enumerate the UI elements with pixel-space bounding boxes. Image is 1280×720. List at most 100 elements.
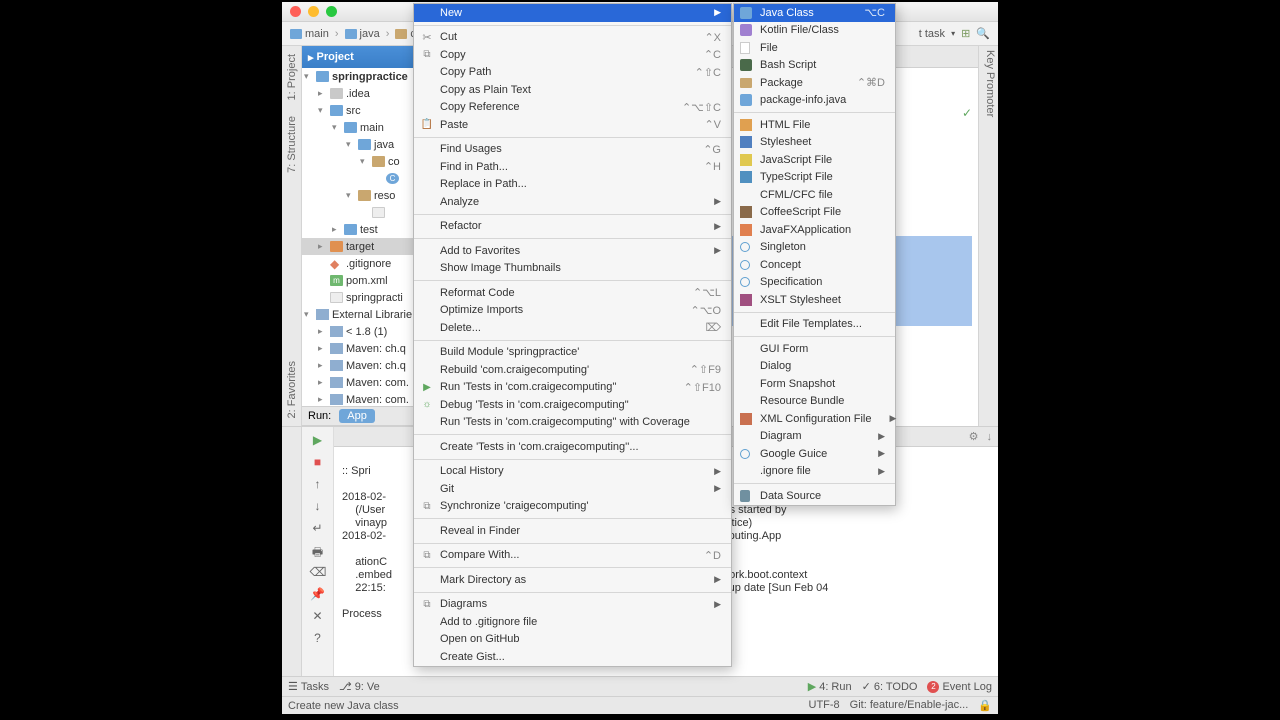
- todo-tab[interactable]: ✓ 6: TODO: [862, 680, 918, 693]
- menu-item[interactable]: Analyze▶: [414, 193, 731, 211]
- menu-item[interactable]: Run 'Tests in 'com.craigecomputing''⌃⇧F1…: [414, 379, 731, 397]
- close-icon[interactable]: ✕: [310, 609, 326, 625]
- encoding-widget[interactable]: UTF-8: [809, 699, 840, 712]
- export-icon[interactable]: ↓: [987, 431, 993, 443]
- git-branch-widget[interactable]: Git: feature/Enable-jac...: [850, 699, 969, 712]
- menu-item[interactable]: Diagrams▶: [414, 596, 731, 614]
- menu-item[interactable]: XML Configuration File▶: [734, 410, 895, 428]
- menu-label: Copy: [440, 49, 466, 61]
- menu-item[interactable]: JavaFXApplication: [734, 221, 895, 239]
- menu-item[interactable]: Java Class⌥C: [734, 4, 895, 22]
- menu-item[interactable]: Google Guice▶: [734, 445, 895, 463]
- menu-item[interactable]: Find Usages⌃G: [414, 141, 731, 159]
- menu-label: Diagrams: [440, 598, 487, 610]
- menu-item[interactable]: Replace in Path...: [414, 176, 731, 194]
- menu-item[interactable]: HTML File: [734, 116, 895, 134]
- shortcut-label: ⌃V: [680, 118, 721, 131]
- menu-item[interactable]: Data Source: [734, 487, 895, 505]
- menu-item[interactable]: Singleton: [734, 239, 895, 257]
- menu-item[interactable]: Delete...⌦: [414, 319, 731, 337]
- menu-item[interactable]: package-info.java: [734, 92, 895, 110]
- menu-item[interactable]: Package⌃⌘D: [734, 74, 895, 92]
- event-log-tab[interactable]: 2 Event Log: [927, 681, 992, 693]
- menu-item[interactable]: Diagram▶: [734, 428, 895, 446]
- build-icon[interactable]: ⊞: [961, 27, 970, 40]
- menu-item[interactable]: Concept: [734, 256, 895, 274]
- new-submenu[interactable]: Java Class⌥CKotlin File/ClassFileBash Sc…: [733, 3, 896, 506]
- menu-item[interactable]: Mark Directory as▶: [414, 571, 731, 589]
- help-icon[interactable]: ?: [310, 631, 326, 647]
- menu-item[interactable]: Bash Script: [734, 57, 895, 75]
- tasks-tab[interactable]: ☰ Tasks: [288, 680, 329, 693]
- minimize-button[interactable]: [308, 6, 319, 17]
- menu-item[interactable]: New▶: [414, 4, 731, 22]
- search-icon[interactable]: 🔍: [976, 27, 990, 40]
- menu-item[interactable]: CoffeeScript File: [734, 204, 895, 222]
- menu-item[interactable]: Find in Path...⌃H: [414, 158, 731, 176]
- menu-item[interactable]: TypeScript File: [734, 169, 895, 187]
- menu-item[interactable]: Add to .gitignore file: [414, 613, 731, 631]
- menu-item[interactable]: Kotlin File/Class: [734, 22, 895, 40]
- menu-item[interactable]: .ignore file▶: [734, 463, 895, 481]
- menu-item[interactable]: File: [734, 39, 895, 57]
- menu-item[interactable]: Stylesheet: [734, 134, 895, 152]
- run-config-tab[interactable]: App: [339, 409, 375, 423]
- menu-item[interactable]: Resource Bundle: [734, 393, 895, 411]
- context-menu[interactable]: New▶ Cut⌃XCopy⌃CCopy Path⌃⇧CCopy as Plain…: [413, 3, 732, 667]
- menu-item[interactable]: Cut⌃X: [414, 29, 731, 47]
- pin-icon[interactable]: 📌: [310, 587, 326, 603]
- menu-item[interactable]: Local History▶: [414, 463, 731, 481]
- menu-item[interactable]: Git▶: [414, 480, 731, 498]
- menu-item[interactable]: Copy Path⌃⇧C: [414, 64, 731, 82]
- stop-icon[interactable]: ■: [310, 455, 326, 471]
- menu-item[interactable]: Form Snapshot: [734, 375, 895, 393]
- menu-item[interactable]: Synchronize 'craigecomputing': [414, 498, 731, 516]
- menu-item[interactable]: Create Gist...: [414, 648, 731, 666]
- menu-item[interactable]: Optimize Imports⌃⌥O: [414, 302, 731, 320]
- menu-item[interactable]: Copy Reference⌃⌥⇧C: [414, 99, 731, 117]
- menu-item[interactable]: Show Image Thumbnails: [414, 260, 731, 278]
- down-icon[interactable]: ↓: [310, 499, 326, 515]
- menu-item[interactable]: Specification: [734, 274, 895, 292]
- menu-item[interactable]: JavaScript File: [734, 151, 895, 169]
- menu-item[interactable]: Open on GitHub: [414, 631, 731, 649]
- menu-item[interactable]: Rebuild 'com.craigecomputing'⌃⇧F9: [414, 361, 731, 379]
- menu-item[interactable]: Reformat Code⌃⌥L: [414, 284, 731, 302]
- structure-tool-tab[interactable]: 7: Structure: [284, 112, 299, 177]
- menu-item[interactable]: Compare With...⌃D: [414, 547, 731, 565]
- up-icon[interactable]: ↑: [310, 477, 326, 493]
- project-tree[interactable]: ▾springpractice ▸.idea ▾src ▾main ▾java …: [302, 68, 431, 406]
- menu-item[interactable]: Dialog: [734, 358, 895, 376]
- maximize-button[interactable]: [326, 6, 337, 17]
- project-tool-tab[interactable]: 1: Project: [284, 50, 299, 104]
- menu-item[interactable]: Reveal in Finder: [414, 522, 731, 540]
- menu-item[interactable]: GUI Form: [734, 340, 895, 358]
- clear-icon[interactable]: ⌫: [310, 565, 326, 581]
- close-button[interactable]: [290, 6, 301, 17]
- menu-item[interactable]: Edit File Templates...: [734, 316, 895, 334]
- menu-item[interactable]: Debug 'Tests in 'com.craigecomputing'': [414, 396, 731, 414]
- menu-item[interactable]: Run 'Tests in 'com.craigecomputing'' wit…: [414, 414, 731, 432]
- run-config-selector[interactable]: t task: [919, 28, 945, 40]
- favorites-tool-tab[interactable]: 2: Favorites: [284, 357, 299, 422]
- menu-item[interactable]: Add to Favorites▶: [414, 242, 731, 260]
- settings-icon[interactable]: ⚙: [969, 430, 979, 443]
- menu-item[interactable]: Copy as Plain Text: [414, 81, 731, 99]
- menu-item[interactable]: CFML/CFC file: [734, 186, 895, 204]
- menu-item[interactable]: Build Module 'springpractice': [414, 344, 731, 362]
- keypromoter-tab[interactable]: Key Promoter: [984, 50, 996, 422]
- breadcrumb-item[interactable]: main: [290, 28, 329, 40]
- breadcrumb-item[interactable]: java: [345, 28, 380, 40]
- panel-header[interactable]: ▸Project▾: [302, 46, 431, 68]
- run-tab[interactable]: ▶ 4: Run: [808, 680, 852, 693]
- lock-icon[interactable]: 🔒: [978, 699, 992, 712]
- menu-item[interactable]: Copy⌃C: [414, 46, 731, 64]
- rerun-icon[interactable]: ▶: [310, 433, 326, 449]
- soft-wrap-icon[interactable]: ↵: [310, 521, 326, 537]
- menu-item[interactable]: Create 'Tests in 'com.craigecomputing''.…: [414, 438, 731, 456]
- menu-item[interactable]: Paste⌃V: [414, 116, 731, 134]
- menu-item[interactable]: XSLT Stylesheet: [734, 291, 895, 309]
- version-control-tab[interactable]: ⎇ 9: Ve: [339, 680, 380, 693]
- print-icon[interactable]: 🖶: [310, 543, 326, 559]
- menu-item[interactable]: Refactor▶: [414, 218, 731, 236]
